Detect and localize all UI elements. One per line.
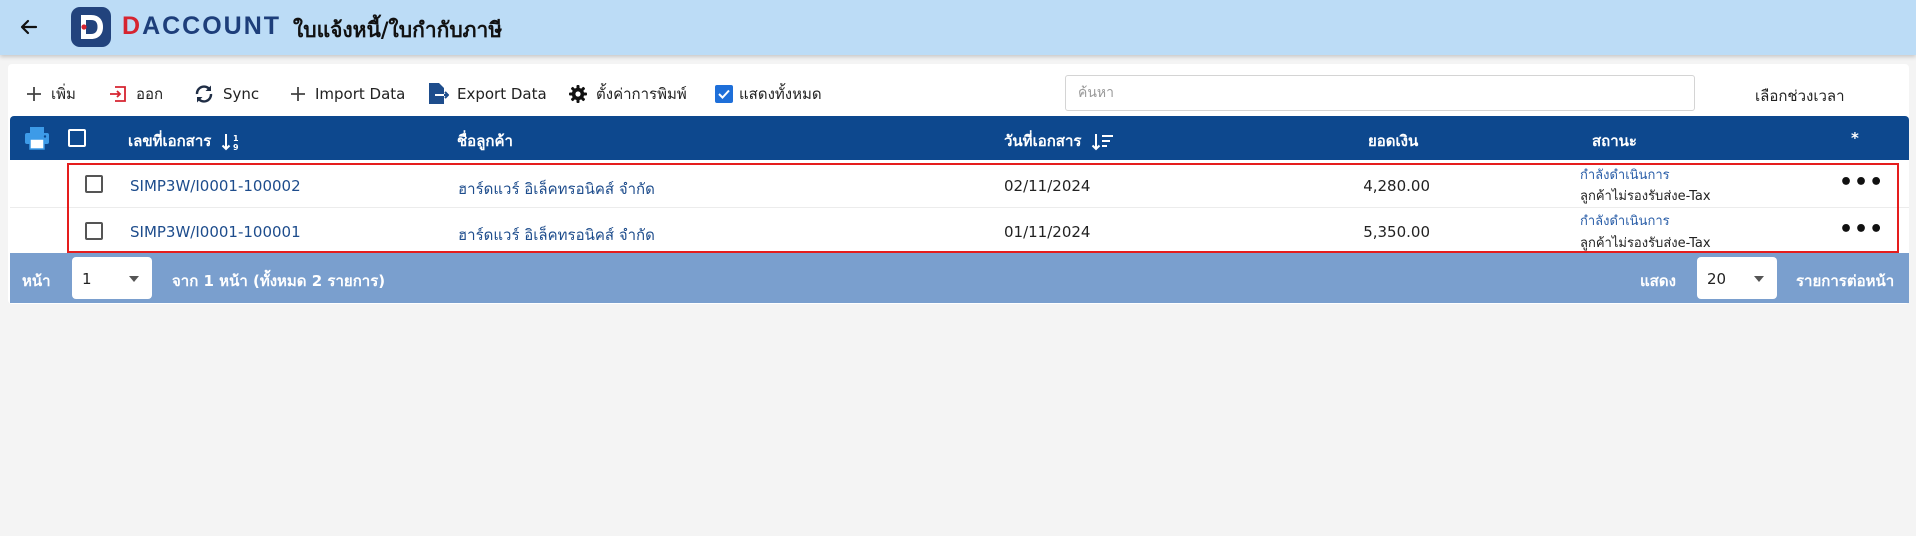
header-status[interactable]: สถานะ	[1592, 129, 1637, 153]
row-checkbox[interactable]	[85, 175, 103, 193]
add-label: เพิ่ม	[51, 85, 76, 103]
amount: 4,280.00	[1363, 177, 1430, 195]
doc-no-link[interactable]: SIMP3W/I0001-100001	[130, 223, 301, 241]
table-row[interactable]: SIMP3W/I0001-100001 ฮาร์ดแวร์ อิเล็คทรอน…	[10, 208, 1909, 254]
plus-icon	[27, 87, 41, 101]
show-all-label: แสดงทั้งหมด	[739, 85, 822, 103]
exit-label: ออก	[136, 85, 164, 103]
page-title: ใบแจ้งหนี้/ใบกำกับภาษี	[293, 18, 503, 42]
plus-icon	[291, 87, 305, 101]
print-settings-label: ตั้งค่าการพิมพ์	[596, 85, 687, 103]
exit-button[interactable]: ออก	[108, 79, 163, 109]
table-header: เลขที่เอกสาร 1 9 ชื่อลูกค้า วันที่เอกสาร…	[10, 116, 1909, 160]
export-icon	[429, 83, 449, 104]
back-button[interactable]	[14, 12, 44, 42]
page-label: หน้า	[22, 272, 51, 290]
logo-icon	[71, 7, 111, 47]
status-main: กำลังดำเนินการ	[1580, 168, 1670, 183]
export-button[interactable]: Export Data	[427, 79, 547, 109]
sync-label: Sync	[223, 85, 260, 103]
table-row[interactable]: SIMP3W/I0001-100002 ฮาร์ดแวร์ อิเล็คทรอน…	[10, 162, 1909, 208]
per-page-value: 20	[1707, 270, 1727, 288]
header-doc-no[interactable]: เลขที่เอกสาร 1 9	[128, 129, 243, 153]
sync-icon	[195, 85, 213, 103]
status-sub: ลูกค้าไม่รองรับส่งe-Tax	[1580, 236, 1711, 251]
customer-name: ฮาร์ดแวร์ อิเล็คทรอนิคส์ จำกัด	[458, 226, 655, 244]
print-settings-button[interactable]: ตั้งค่าการพิมพ์	[568, 79, 687, 109]
header-doc-date[interactable]: วันที่เอกสาร	[1004, 129, 1115, 153]
gear-icon	[569, 85, 587, 103]
page-info: จาก 1 หน้า (ทั้งหมด 2 รายการ)	[172, 272, 386, 290]
doc-no-link[interactable]: SIMP3W/I0001-100002	[130, 177, 301, 195]
sync-button[interactable]: Sync	[193, 79, 259, 109]
caret-down-icon	[129, 276, 139, 282]
customer-name: ฮาร์ดแวร์ อิเล็คทรอนิคส์ จำกัด	[458, 180, 655, 198]
caret-down-icon	[1754, 276, 1764, 282]
back-arrow-icon	[20, 19, 38, 35]
more-icon[interactable]: •••	[1839, 172, 1884, 194]
per-page-select[interactable]: 20	[1697, 257, 1777, 299]
app-bar: DACCOUNT ใบแจ้งหนี้/ใบกำกับภาษี	[0, 0, 1916, 55]
printer-icon[interactable]	[24, 126, 50, 150]
header-amount[interactable]: ยอดเงิน	[1368, 129, 1418, 153]
per-page-suffix: รายการต่อหน้า	[1796, 272, 1895, 290]
select-all-checkbox[interactable]	[68, 129, 86, 147]
show-all-toggle[interactable]: แสดงทั้งหมด	[715, 79, 822, 109]
doc-date: 02/11/2024	[1004, 177, 1091, 195]
status-main: กำลังดำเนินการ	[1580, 214, 1670, 229]
header-customer[interactable]: ชื่อลูกค้า	[457, 129, 513, 153]
sort-icon	[1091, 133, 1113, 150]
exit-icon	[110, 86, 126, 102]
show-label: แสดง	[1640, 272, 1676, 290]
search-input[interactable]	[1065, 75, 1695, 111]
svg-text:9: 9	[233, 143, 239, 152]
import-button[interactable]: Import Data	[289, 79, 405, 109]
status-sub: ลูกค้าไม่รองรับส่งe-Tax	[1580, 189, 1711, 204]
export-label: Export Data	[457, 85, 547, 103]
select-period-button[interactable]: เลือกช่วงเวลา	[1755, 84, 1845, 108]
sort-icon: 1 9	[221, 133, 239, 152]
more-icon[interactable]: •••	[1839, 219, 1884, 241]
pagination-bar: หน้า 1 จาก 1 หน้า (ทั้งหมด 2 รายการ) แสด…	[10, 253, 1909, 303]
doc-date: 01/11/2024	[1004, 223, 1091, 241]
svg-text:1: 1	[233, 134, 239, 143]
brand-logo-text: DACCOUNT	[122, 12, 282, 40]
checkbox-checked-icon	[715, 85, 733, 103]
import-label: Import Data	[315, 85, 406, 103]
add-button[interactable]: เพิ่ม	[25, 79, 76, 109]
row-checkbox[interactable]	[85, 222, 103, 240]
amount: 5,350.00	[1363, 223, 1430, 241]
header-actions: *	[1851, 129, 1859, 147]
page-select-value: 1	[82, 270, 92, 288]
page-select[interactable]: 1	[72, 257, 152, 299]
